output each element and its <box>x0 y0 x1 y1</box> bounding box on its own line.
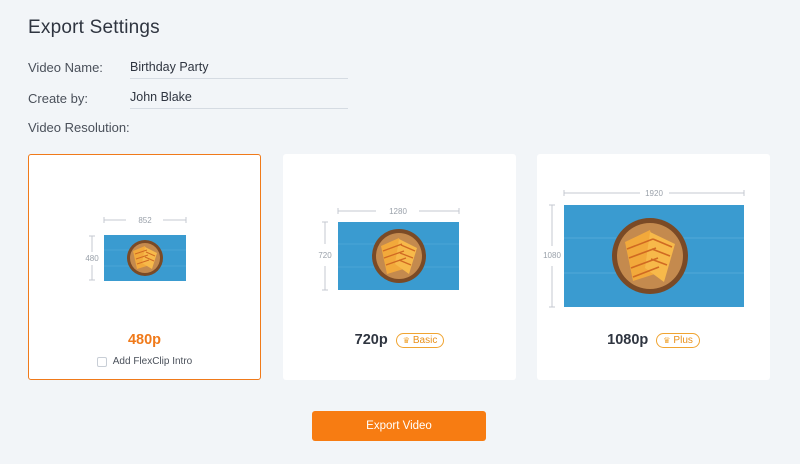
resolution-label-1080p: 1080p <box>607 332 649 348</box>
height-dimension-label: 720 <box>318 251 332 260</box>
video-name-field[interactable]: Birthday Party <box>130 59 348 79</box>
crown-icon: ♛ <box>663 335 671 345</box>
resolution-card-1080p[interactable]: 1920 1080 1080p ♛ Plus <box>537 154 770 380</box>
video-name-label: Video Name: <box>28 60 103 75</box>
badge-label: Basic <box>412 334 438 346</box>
height-dimension-label: 480 <box>85 254 99 263</box>
export-video-button[interactable]: Export Video <box>312 411 486 441</box>
crown-icon: ♛ <box>402 335 410 345</box>
resolution-card-720p[interactable]: 1280 720 720p ♛ Basic <box>283 154 516 380</box>
create-by-field[interactable]: John Blake <box>130 89 348 109</box>
height-dimension-label: 1080 <box>543 251 561 260</box>
add-intro-option[interactable]: Add FlexClip Intro <box>29 356 260 367</box>
intro-checkbox-label: Add FlexClip Intro <box>112 356 193 367</box>
plus-plan-badge: ♛ Plus <box>656 332 700 348</box>
intro-checkbox[interactable] <box>96 356 107 367</box>
video-resolution-label: Video Resolution: <box>28 120 130 135</box>
resolution-label-720p: 720p <box>354 332 388 348</box>
page-title: Export Settings <box>28 17 160 38</box>
create-by-label: Create by: <box>28 91 88 106</box>
resolution-row-720p: 720p ♛ Basic <box>283 332 516 348</box>
width-dimension-label: 852 <box>138 216 152 225</box>
badge-label: Plus <box>673 334 693 346</box>
basic-plan-badge: ♛ Basic <box>395 332 445 348</box>
width-dimension-label: 1920 <box>645 189 663 198</box>
resolution-row-1080p: 1080p ♛ Plus <box>537 332 770 348</box>
resolution-card-480p[interactable]: 852 480 480p Add FlexClip Intro <box>28 154 261 380</box>
width-dimension-label: 1280 <box>389 207 407 216</box>
resolution-label-480p: 480p <box>127 332 162 348</box>
